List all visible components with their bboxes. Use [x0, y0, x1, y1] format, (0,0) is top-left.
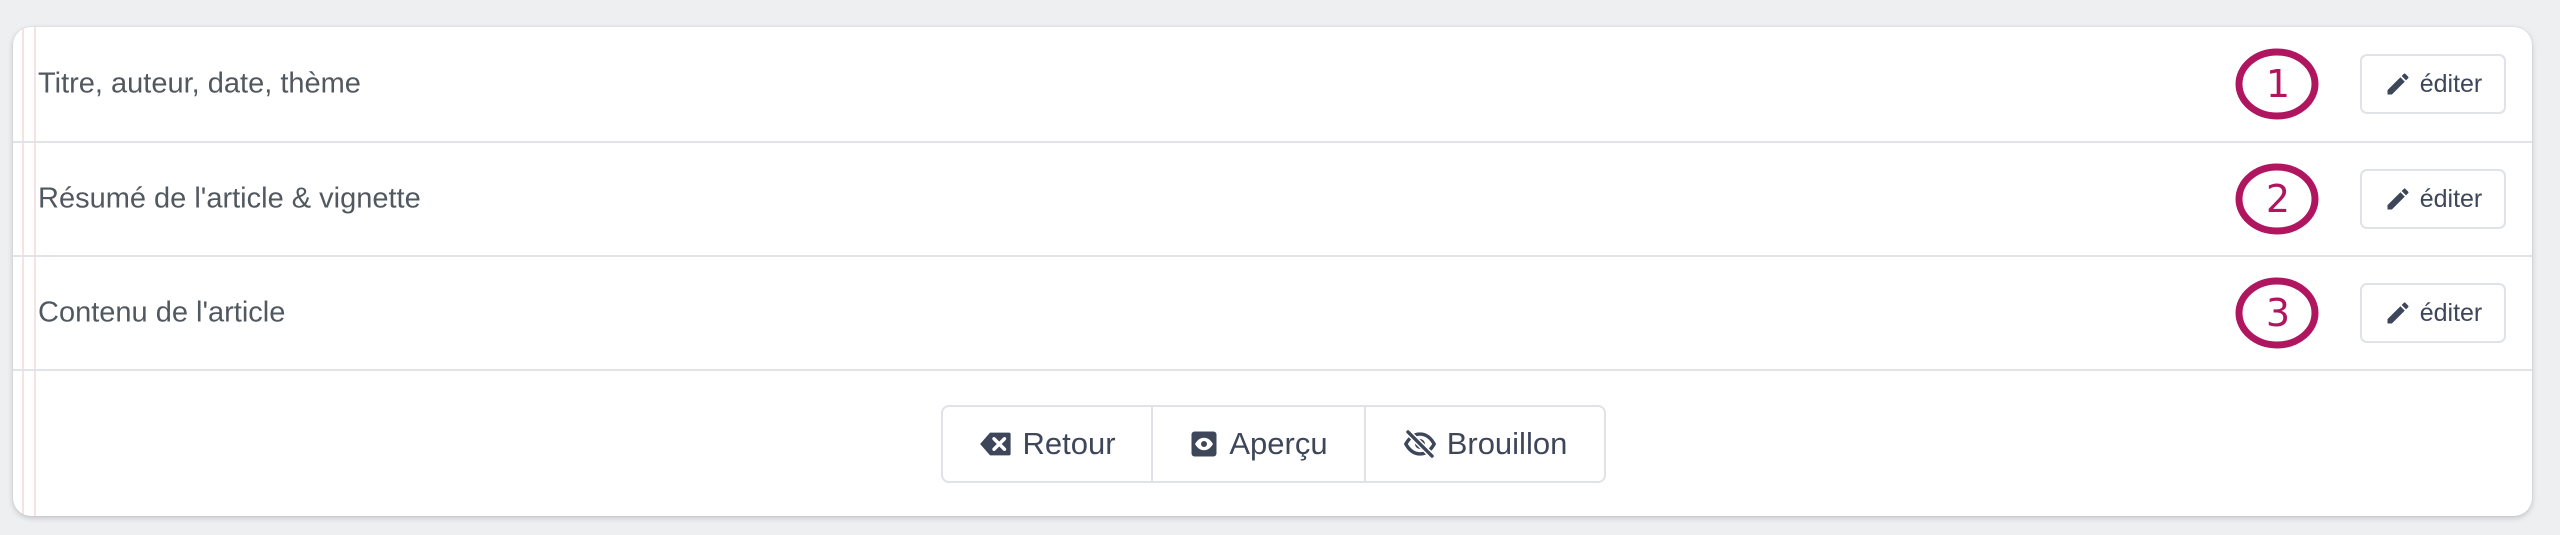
pencil-icon — [2387, 188, 2409, 210]
edit-meta-button[interactable]: éditer — [2360, 54, 2506, 114]
draft-label: Brouillon — [1446, 426, 1568, 461]
back-button[interactable]: Retour — [943, 407, 1151, 481]
eye-slash-icon — [1403, 428, 1436, 460]
section-label: Résumé de l'article & vignette — [38, 182, 421, 215]
edit-button-label: éditer — [2419, 69, 2483, 98]
edit-button-label: éditer — [2419, 298, 2483, 327]
svg-text:3: 3 — [2266, 291, 2290, 335]
step-number-badge: 2 — [2235, 163, 2319, 235]
backspace-icon — [980, 432, 1012, 456]
edit-summary-button[interactable]: éditer — [2360, 169, 2506, 229]
eye-icon — [1191, 431, 1217, 457]
pencil-icon — [2387, 73, 2409, 95]
section-row-meta: Titre, auteur, date, thème 1 éditer — [13, 27, 2532, 143]
step-number-badge: 3 — [2235, 277, 2319, 349]
preview-label: Aperçu — [1229, 426, 1328, 461]
section-label: Contenu de l'article — [38, 296, 286, 329]
edit-button-label: éditer — [2419, 184, 2483, 213]
step-number-badge: 1 — [2235, 48, 2319, 120]
section-row-summary: Résumé de l'article & vignette 2 éditer — [13, 143, 2532, 257]
section-row-content: Contenu de l'article 3 éditer — [13, 257, 2532, 371]
preview-button[interactable]: Aperçu — [1151, 407, 1364, 481]
edit-content-button[interactable]: éditer — [2360, 283, 2506, 343]
svg-text:2: 2 — [2266, 177, 2290, 221]
pencil-icon — [2387, 302, 2409, 324]
article-editor-card: Titre, auteur, date, thème 1 éditer Résu… — [13, 27, 2532, 516]
svg-text:1: 1 — [2266, 62, 2290, 106]
back-label: Retour — [1022, 426, 1116, 461]
draft-button[interactable]: Brouillon — [1364, 407, 1604, 481]
footer-button-group: Retour Aperçu Brouillon — [941, 405, 1606, 483]
section-label: Titre, auteur, date, thème — [38, 67, 361, 100]
